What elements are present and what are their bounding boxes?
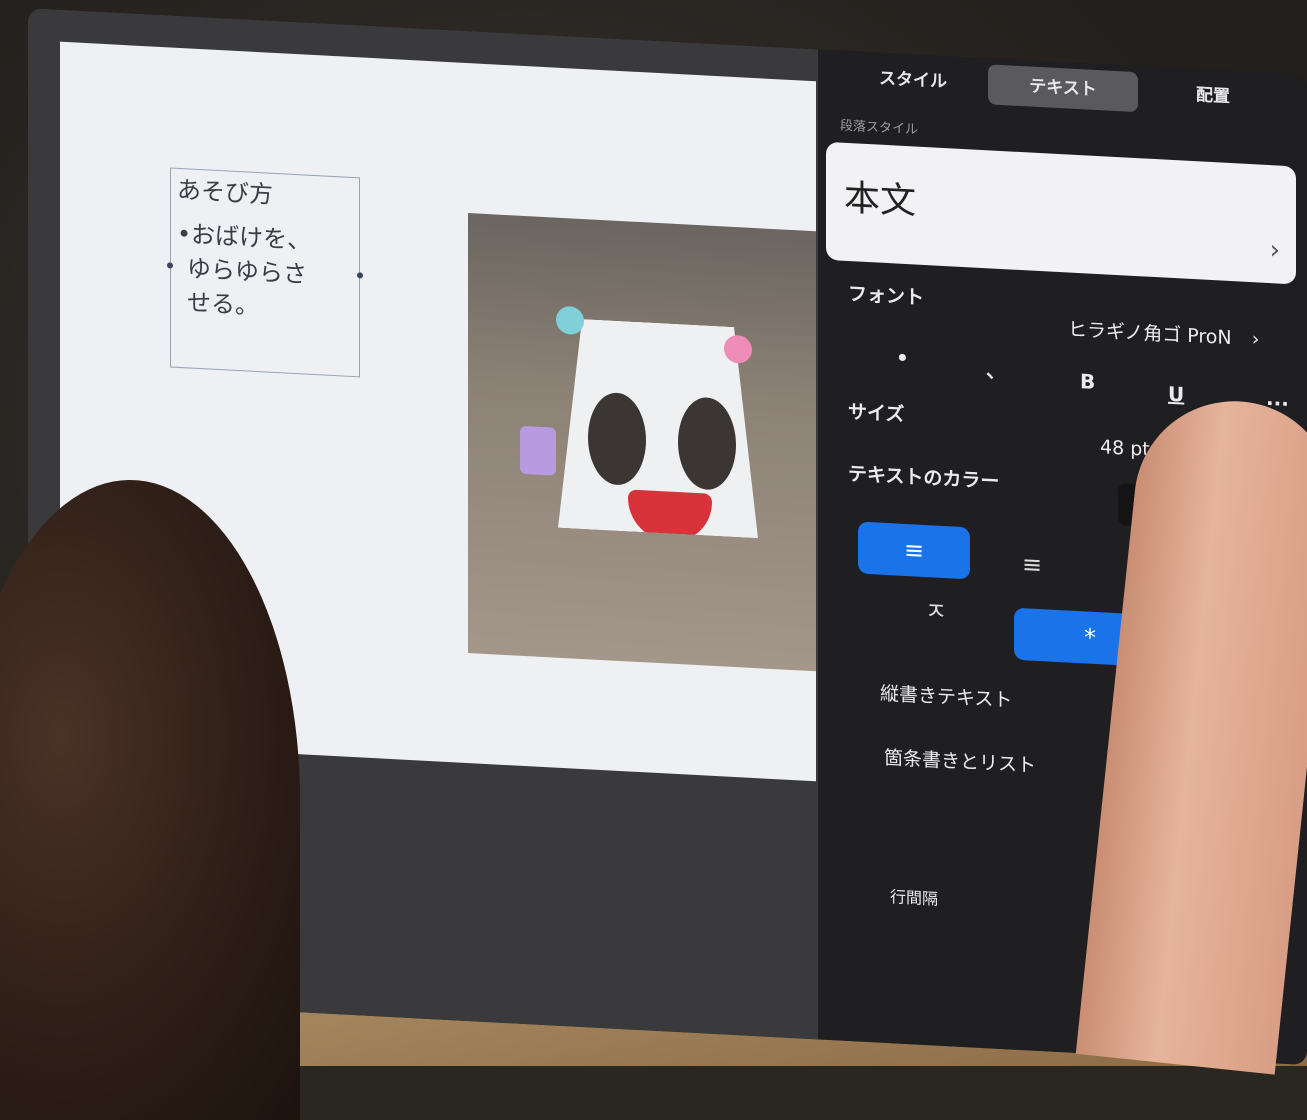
align-center-button[interactable]: ≡ [976,536,1088,594]
comma-button[interactable]: 、 [986,354,1006,384]
underline-button[interactable]: U [1168,382,1184,407]
align-top-button[interactable]: ㅈ [880,583,992,641]
align-left-button[interactable]: ≡ [858,521,970,580]
paragraph-style-label: 段落スタイル [840,118,919,138]
selection-handle-left[interactable] [167,262,173,269]
text-color-label: テキストのカラー [848,462,1000,493]
pom-pom-blue [556,305,584,336]
tab-text[interactable]: テキスト [988,64,1138,113]
ghost-photo[interactable] [468,213,816,672]
chevron-right-icon: › [1251,328,1260,351]
bullets-and-lists-label[interactable]: 箇条書きとリスト [884,743,1036,778]
tab-style[interactable]: スタイル [838,56,988,104]
pom-pom-pink [724,334,752,364]
vertical-text-label: 縦書きテキスト [880,682,1013,712]
selection-handle-right[interactable] [357,272,363,279]
font-label: フォント [848,282,925,309]
font-selector[interactable]: ヒラギノ角ゴ ProN › [1068,315,1259,352]
textbox-title: あそび方 [177,175,273,209]
paragraph-style-selector[interactable]: 本文 › [826,141,1296,285]
bullet-button[interactable]: • [896,345,909,370]
line-spacing-label: 行間隔 [890,887,939,909]
font-value: ヒラギノ角ゴ ProN [1068,318,1232,350]
tab-arrange[interactable]: 配置 [1138,72,1288,120]
size-value[interactable]: 48 pt [1100,436,1150,461]
size-label: サイズ [848,400,905,426]
text-box[interactable]: あそび方 •おばけを、 ゆらゆらさ せる。 [167,167,363,378]
chevron-right-icon: › [1269,235,1280,266]
ghost-eye-left [588,391,646,486]
ghost-mouth [628,489,712,543]
paragraph-style-value: 本文 [844,177,917,223]
pom-pom-purple [520,425,556,476]
ghost-eye-right [678,396,736,491]
bold-button[interactable]: B [1080,369,1095,394]
